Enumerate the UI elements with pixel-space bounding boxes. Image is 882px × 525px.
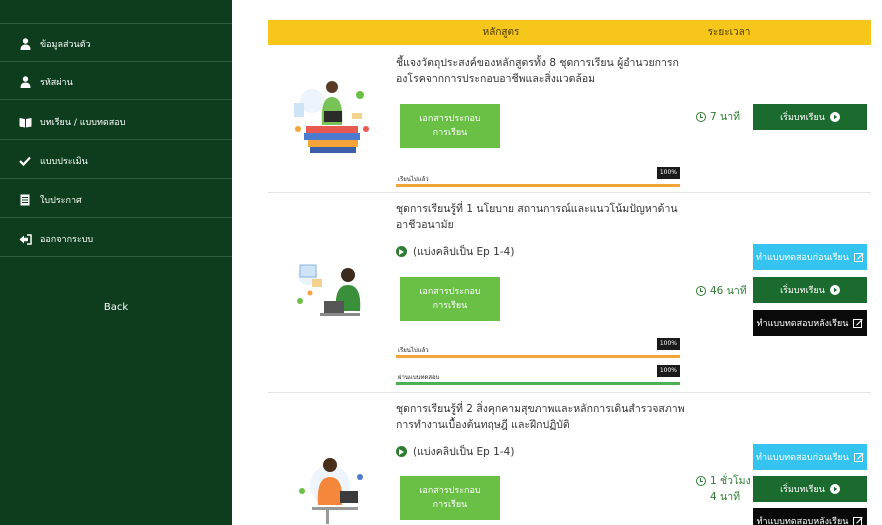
back-link[interactable]: Back (0, 302, 232, 313)
sidebar-item-label: แบบประเมิน (40, 157, 88, 167)
duration-line: 4 นาที (710, 491, 741, 503)
sidebar-item-label: บทเรียน / แบบทดสอบ (40, 118, 126, 128)
course-document-button[interactable]: เอกสารประกอบการเรียน (400, 476, 500, 520)
sidebar-item-label: ข้อมูลส่วนตัว (40, 40, 91, 50)
course-document-button[interactable]: เอกสารประกอบการเรียน (400, 277, 500, 321)
progress-bar-studied: เรียนไปแล้ว 100% (396, 167, 680, 187)
progress-track (396, 382, 680, 385)
play-circle-icon (829, 484, 840, 494)
course-illustration (290, 451, 372, 525)
sidebar-item-profile[interactable]: ข้อมูลส่วนตัว (0, 27, 232, 62)
progress-track (396, 184, 680, 187)
start-lesson-button[interactable]: เริ่มบทเรียน (753, 476, 867, 502)
progress-percent-badge: 100% (656, 338, 680, 350)
certificate-icon (18, 193, 32, 207)
course-duration: 46 นาที (696, 283, 747, 299)
edit-icon (853, 452, 864, 462)
sidebar-top-divider (0, 0, 232, 24)
progress-label: ผ่านแบบทดสอบ (398, 374, 440, 381)
button-label: เริ่มบทเรียน (780, 113, 825, 123)
posttest-button[interactable]: ทำแบบทดสอบหลังเรียน (753, 310, 867, 336)
edit-icon (853, 318, 864, 328)
start-lesson-button[interactable]: เริ่มบทเรียน (753, 277, 867, 303)
duration-text: 7 นาที (710, 111, 741, 123)
table-header: หลักสูตร ระยะเวลา (268, 20, 871, 45)
play-circle-icon (396, 446, 407, 457)
sidebar-item-label: ออกจากระบบ (40, 235, 94, 245)
progress-bar-passed-test: ผ่านแบบทดสอบ 100% (396, 365, 680, 385)
sidebar-item-label: รหัสผ่าน (40, 78, 73, 88)
button-label: เริ่มบทเรียน (780, 286, 825, 296)
course-title: ชุดการเรียนรู้ที่ 1 นโยบาย สถานการณ์และแ… (396, 203, 678, 231)
progress-label: เรียนไปแล้ว (398, 347, 429, 354)
edit-icon (853, 252, 864, 262)
clock-icon (696, 286, 706, 296)
clip-text: (แบ่งคลิปเป็น Ep 1-4) (413, 446, 515, 458)
app-window: ข้อมูลส่วนตัว รหัสผ่าน บทเรียน / แบบทดสอ… (0, 0, 882, 525)
clock-icon (696, 476, 706, 486)
course-duration: 1 ชั่วโมง 4 นาที (696, 473, 751, 505)
sidebar-item-password[interactable]: รหัสผ่าน (0, 65, 232, 100)
button-label: ทำแบบทดสอบหลังเรียน (756, 517, 849, 525)
user-icon (18, 37, 32, 51)
duration-text: 1 ชั่วโมง 4 นาที (710, 473, 751, 505)
table-row: ชุดการเรียนรู้ที่ 2 สิ่งคุกคามสุขภาพและห… (268, 393, 871, 525)
duration-line: 1 ชั่วโมง (710, 475, 751, 487)
sign-out-icon (18, 232, 32, 246)
clock-icon (696, 112, 706, 122)
progress-percent-badge: 100% (656, 365, 680, 377)
play-circle-icon (829, 285, 840, 295)
progress-fill (396, 382, 680, 385)
start-lesson-button[interactable]: เริ่มบทเรียน (753, 104, 867, 130)
clip-text: (แบ่งคลิปเป็น Ep 1-4) (413, 246, 515, 258)
table-row: ชี้แจงวัตถุประสงค์ของหลักสูตรทั้ง 8 ชุดก… (268, 45, 871, 193)
check-icon (18, 154, 32, 168)
play-circle-icon (396, 246, 407, 257)
user-icon (18, 75, 32, 89)
main-content: หลักสูตร ระยะเวลา ชี้แจงวัตถุประสงค์ของห… (232, 0, 882, 525)
clip-info: (แบ่งคลิปเป็น Ep 1-4) (396, 443, 514, 460)
edit-icon (853, 516, 864, 525)
button-label: ทำแบบทดสอบก่อนเรียน (756, 453, 849, 463)
sidebar-item-lessons[interactable]: บทเรียน / แบบทดสอบ (0, 105, 232, 140)
sidebar-item-evaluation[interactable]: แบบประเมิน (0, 144, 232, 179)
book-icon (18, 115, 32, 129)
play-circle-icon (829, 112, 840, 122)
button-label: เริ่มบทเรียน (780, 485, 825, 495)
duration-text: 46 นาที (710, 285, 747, 297)
column-header-duration: ระยะเวลา (707, 27, 751, 38)
course-title: ชุดการเรียนรู้ที่ 2 สิ่งคุกคามสุขภาพและห… (396, 403, 685, 431)
progress-label: เรียนไปแล้ว (398, 176, 429, 183)
sidebar: ข้อมูลส่วนตัว รหัสผ่าน บทเรียน / แบบทดสอ… (0, 0, 232, 525)
course-document-button[interactable]: เอกสารประกอบการเรียน (400, 104, 500, 148)
column-header-course: หลักสูตร (482, 27, 520, 38)
progress-fill (396, 355, 680, 358)
progress-percent-badge: 100% (656, 167, 680, 179)
posttest-button[interactable]: ทำแบบทดสอบหลังเรียน (753, 508, 867, 525)
course-title: ชี้แจงวัตถุประสงค์ของหลักสูตรทั้ง 8 ชุดก… (396, 57, 679, 85)
sidebar-item-certificate[interactable]: ใบประกาศ (0, 183, 232, 218)
progress-fill (396, 184, 680, 187)
pretest-button[interactable]: ทำแบบทดสอบก่อนเรียน (753, 244, 867, 270)
pretest-button[interactable]: ทำแบบทดสอบก่อนเรียน (753, 444, 867, 470)
button-label: ทำแบบทดสอบก่อนเรียน (756, 253, 849, 263)
sidebar-item-logout[interactable]: ออกจากระบบ (0, 222, 232, 257)
sidebar-item-label: ใบประกาศ (40, 196, 82, 206)
course-illustration (290, 255, 372, 337)
course-illustration (290, 73, 372, 155)
clip-info: (แบ่งคลิปเป็น Ep 1-4) (396, 243, 514, 260)
course-duration: 7 นาที (696, 109, 740, 125)
table-row: ชุดการเรียนรู้ที่ 1 นโยบาย สถานการณ์และแ… (268, 193, 871, 393)
button-label: ทำแบบทดสอบหลังเรียน (756, 319, 849, 329)
progress-track (396, 355, 680, 358)
progress-bar-studied: เรียนไปแล้ว 100% (396, 338, 680, 358)
